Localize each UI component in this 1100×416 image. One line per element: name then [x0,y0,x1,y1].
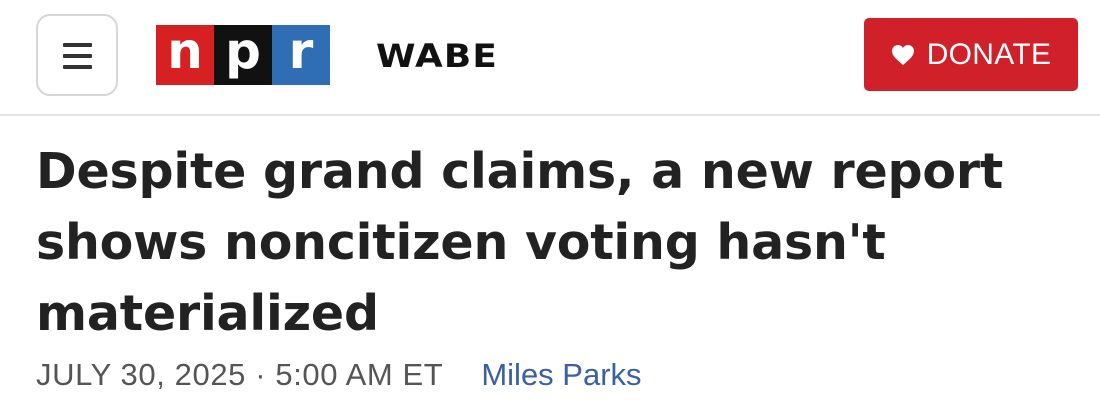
npr-logo[interactable]: n p r [156,25,330,85]
menu-button[interactable] [36,14,118,96]
npr-logo-letter-r: r [272,25,330,85]
npr-logo-letter-p: p [214,25,272,85]
byline: JULY 30, 2025 · 5:00 AM ET Miles Parks [36,355,642,395]
heart-icon [891,44,914,65]
author-link[interactable]: Miles Parks [481,357,641,393]
donate-button[interactable]: DONATE [864,18,1078,91]
article-headline: Despite grand claims, a new report shows… [36,143,1004,342]
station-logo[interactable]: WABE [376,38,498,74]
npr-logo-letter-n: n [156,25,214,85]
article-dateline: JULY 30, 2025 · 5:00 AM ET [36,357,444,392]
site-header: n p r WABE DONATE [0,0,1100,116]
donate-label: DONATE [926,37,1052,71]
